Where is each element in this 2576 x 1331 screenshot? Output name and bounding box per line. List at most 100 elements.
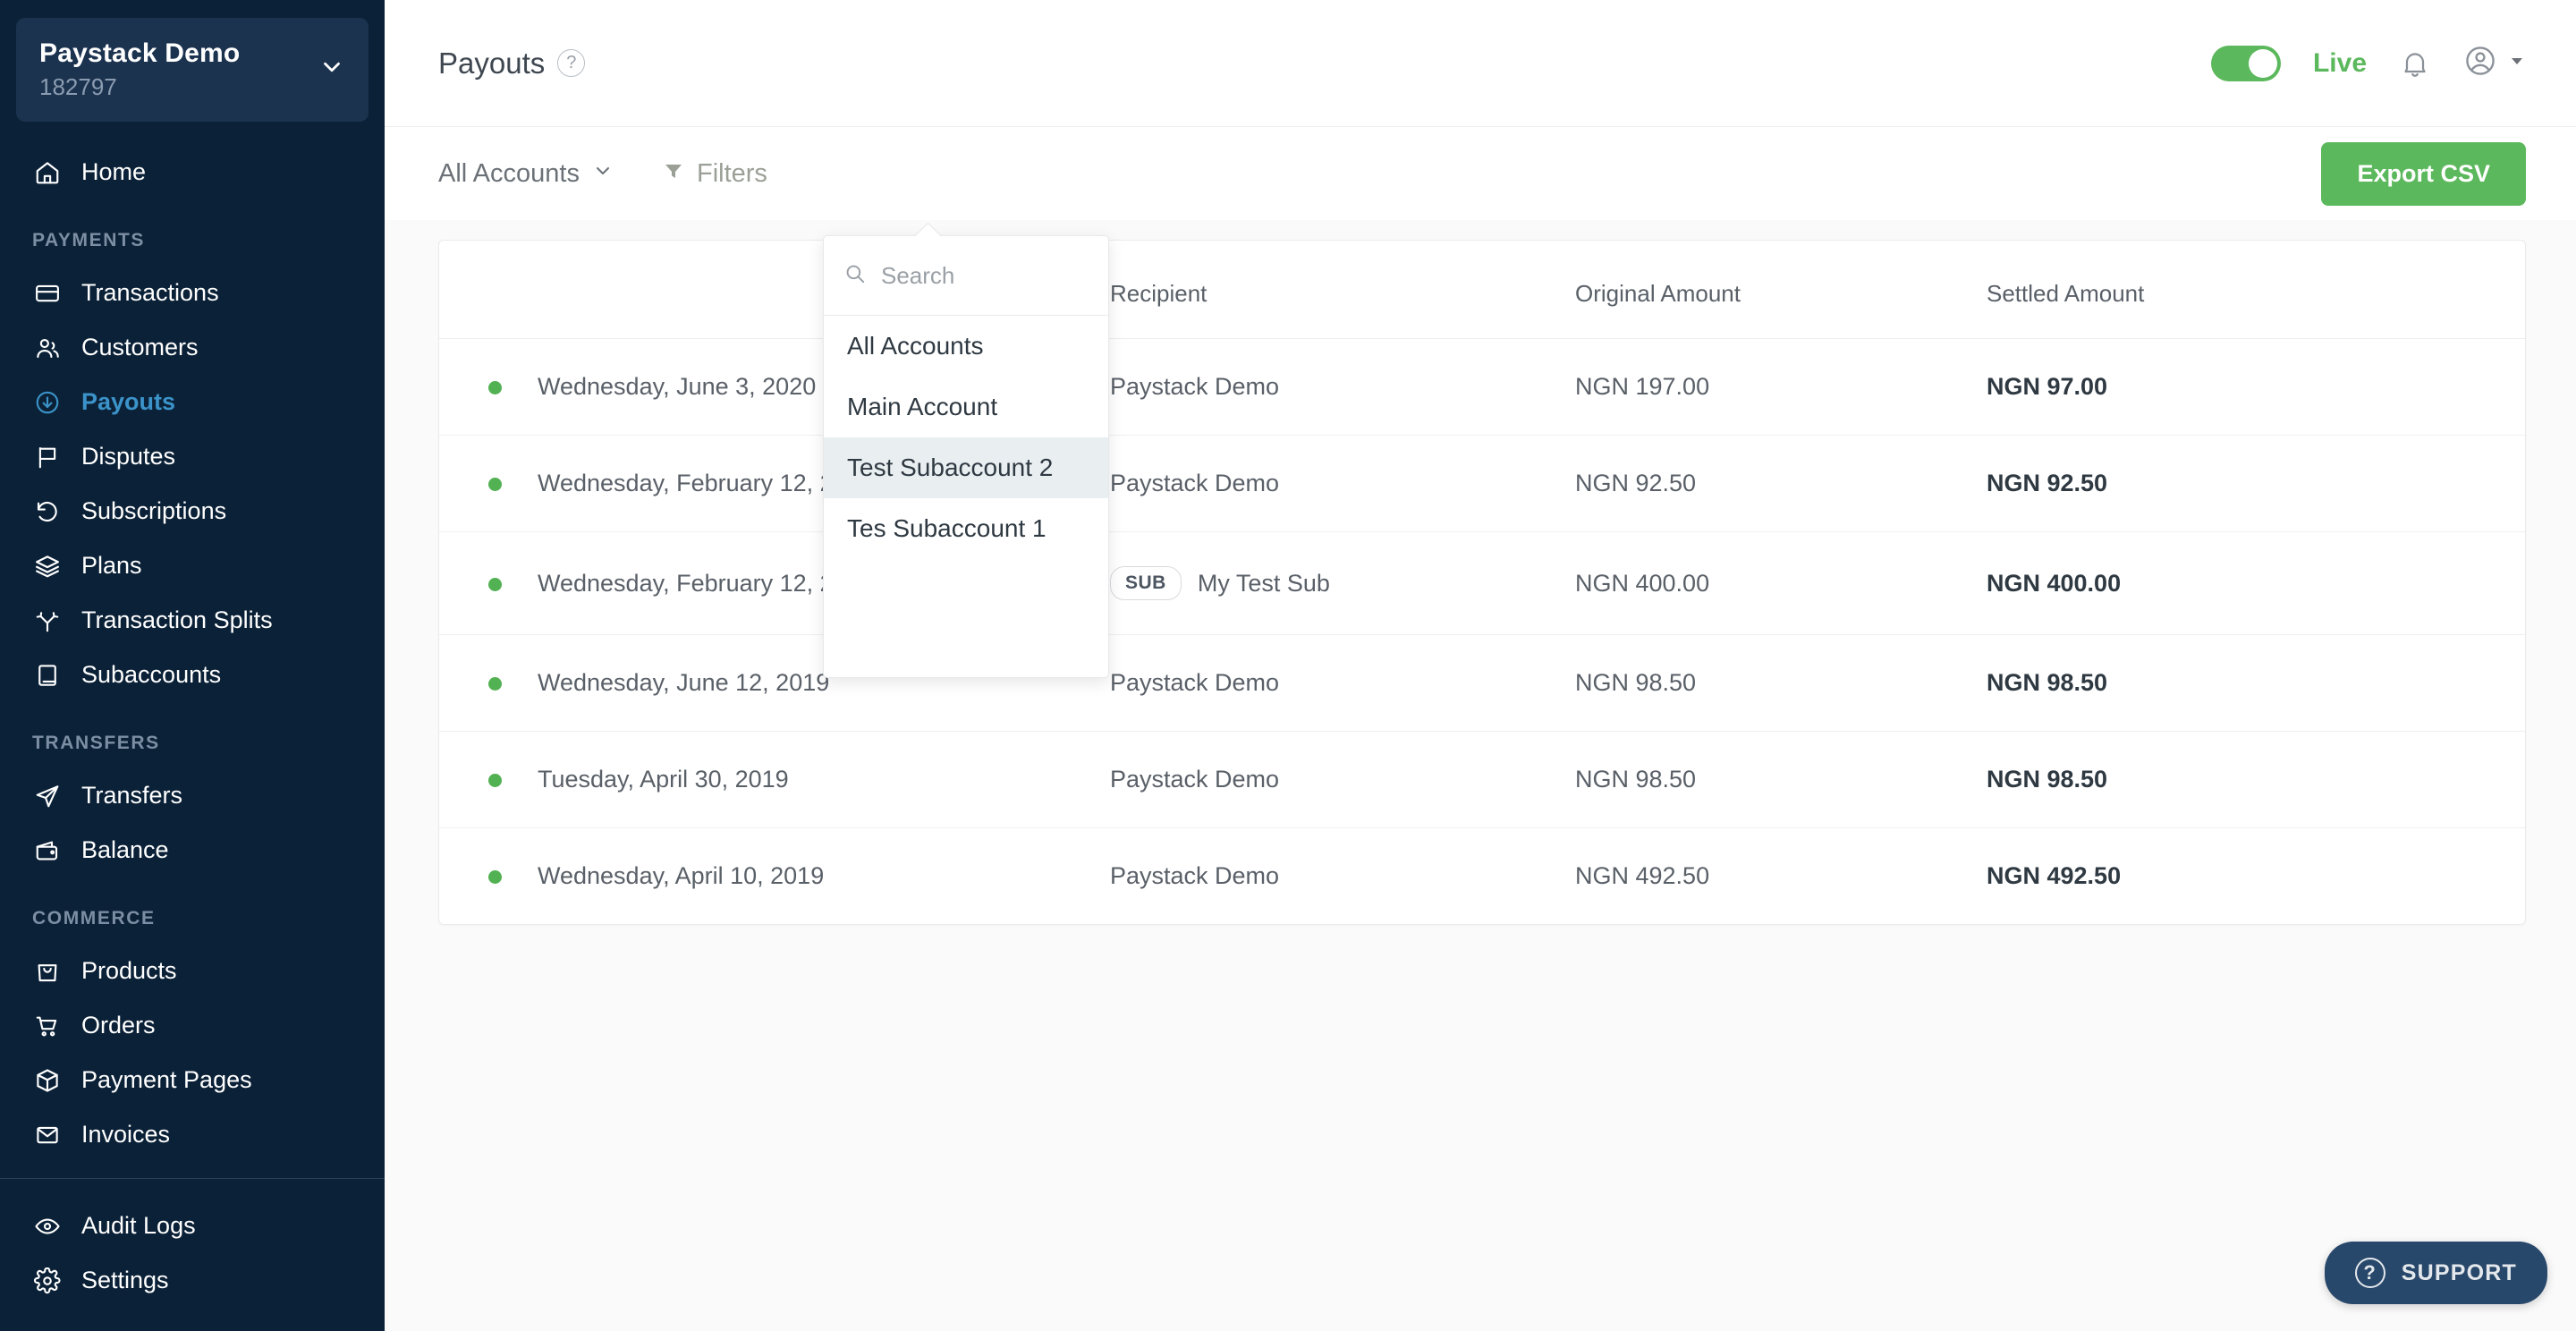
status-dot-icon — [488, 577, 502, 591]
toggle-knob — [2248, 48, 2277, 78]
table-row[interactable]: Wednesday, February 12, 2020 SUB My Test… — [439, 531, 2525, 635]
sidebar-item-home[interactable]: Home — [0, 145, 385, 199]
account-filter-label: All Accounts — [438, 158, 580, 188]
sidebar-item-subscriptions[interactable]: Subscriptions — [0, 484, 385, 538]
sidebar-item-transfers[interactable]: Transfers — [0, 768, 385, 823]
table-row[interactable]: Wednesday, June 12, 2019 Paystack Demo N… — [439, 634, 2525, 732]
recipient-name: Paystack Demo — [1110, 470, 1280, 496]
sidebar-item-plans[interactable]: Plans — [0, 538, 385, 593]
search-input[interactable] — [881, 261, 1089, 290]
book-icon — [32, 660, 62, 690]
sidebar-item-subaccounts[interactable]: Subaccounts — [0, 648, 385, 702]
app-root: Paystack Demo 182797 Home PAYMENTS Trans… — [0, 0, 2576, 1331]
home-icon — [32, 157, 62, 187]
sidebar-section-commerce: COMMERCE — [32, 908, 156, 929]
eye-icon — [32, 1211, 62, 1241]
account-menu[interactable] — [2463, 44, 2526, 82]
sidebar-item-settings[interactable]: Settings — [0, 1253, 385, 1308]
bell-icon[interactable] — [2399, 47, 2431, 80]
col-settled-amount: Settled Amount — [1987, 241, 2525, 339]
sidebar-item-label: Transaction Splits — [81, 606, 273, 634]
arrow-down-circle-icon — [32, 387, 62, 417]
sidebar-item-label: Plans — [81, 552, 142, 580]
settled-amount-cell: NGN 98.50 — [1987, 634, 2525, 732]
sidebar-item-label: Settings — [81, 1267, 169, 1293]
sidebar-item-label: Home — [81, 158, 147, 186]
live-mode-toggle[interactable] — [2210, 45, 2281, 81]
split-icon — [32, 606, 62, 635]
status-cell — [439, 531, 538, 635]
search-icon — [843, 262, 867, 290]
table-row[interactable]: Wednesday, February 12, 2020 Paystack De… — [439, 435, 2525, 532]
table-row[interactable]: Wednesday, June 3, 2020 Paystack Demo NG… — [439, 338, 2525, 436]
dropdown-option-tes-subaccount-1[interactable]: Tes Subaccount 1 — [824, 498, 1108, 559]
top-header: Payouts ? Live — [385, 0, 2576, 127]
table-head: Recipient Original Amount Settled Amount — [439, 241, 2525, 339]
original-amount-cell: NGN 400.00 — [1575, 531, 1987, 635]
sidebar-item-orders[interactable]: Orders — [0, 998, 385, 1053]
refresh-icon — [32, 496, 62, 526]
recipient-name: Paystack Demo — [1110, 669, 1280, 696]
question-mark-icon[interactable]: ? — [557, 49, 586, 77]
status-dot-icon — [488, 381, 502, 394]
dropdown-option-main-account[interactable]: Main Account — [824, 377, 1108, 437]
payouts-table: Recipient Original Amount Settled Amount… — [439, 241, 2525, 924]
card-icon — [32, 278, 62, 308]
status-dot-icon — [488, 478, 502, 491]
org-switcher[interactable]: Paystack Demo 182797 — [16, 18, 369, 123]
original-amount-cell: NGN 197.00 — [1575, 338, 1987, 436]
col-recipient: Recipient — [1110, 241, 1575, 339]
cart-icon — [32, 1011, 62, 1040]
status-cell — [439, 435, 538, 532]
chevron-down-icon — [592, 159, 614, 189]
org-name: Paystack Demo — [39, 38, 241, 68]
sidebar-item-payouts[interactable]: Payouts — [0, 375, 385, 429]
sidebar-item-label: Audit Logs — [81, 1212, 196, 1239]
col-status — [439, 241, 538, 339]
filters-button[interactable]: Filters — [663, 159, 767, 189]
status-dot-icon — [488, 677, 502, 691]
sidebar: Paystack Demo 182797 Home PAYMENTS Trans… — [0, 0, 385, 1331]
sidebar-item-products[interactable]: Products — [0, 944, 385, 998]
export-csv-button[interactable]: Export CSV — [2321, 141, 2526, 206]
funnel-icon — [663, 159, 684, 189]
original-amount-cell: NGN 98.50 — [1575, 731, 1987, 828]
question-mark-icon: ? — [2354, 1258, 2385, 1288]
sidebar-item-payment-pages[interactable]: Payment Pages — [0, 1053, 385, 1107]
sidebar-item-balance[interactable]: Balance — [0, 823, 385, 877]
dropdown-option-test-subaccount-2[interactable]: Test Subaccount 2 — [824, 437, 1108, 498]
payouts-table-wrap: Recipient Original Amount Settled Amount… — [385, 220, 2576, 925]
dropdown-option-all-accounts[interactable]: All Accounts — [824, 316, 1108, 377]
sidebar-item-label: Invoices — [81, 1121, 171, 1149]
recipient-cell: Paystack Demo — [1110, 435, 1575, 532]
table-row[interactable]: Wednesday, April 10, 2019 Paystack Demo … — [439, 828, 2525, 925]
sidebar-item-label: Subaccounts — [81, 661, 222, 689]
recipient-name: Paystack Demo — [1110, 373, 1280, 400]
status-dot-icon — [488, 774, 502, 787]
table-header-row: Recipient Original Amount Settled Amount — [439, 241, 2525, 339]
settled-amount-cell: NGN 98.50 — [1987, 731, 2525, 828]
account-filter-dropdown[interactable]: All Accounts — [438, 159, 614, 189]
sidebar-item-transactions[interactable]: Transactions — [0, 266, 385, 320]
recipient-cell: Paystack Demo — [1110, 828, 1575, 925]
sidebar-item-disputes[interactable]: Disputes — [0, 429, 385, 484]
org-id: 182797 — [39, 72, 117, 100]
sidebar-item-invoices[interactable]: Invoices — [0, 1107, 385, 1162]
sidebar-item-transaction-splits[interactable]: Transaction Splits — [0, 593, 385, 648]
settled-amount-cell: NGN 400.00 — [1987, 531, 2525, 635]
support-button[interactable]: ? SUPPORT — [2324, 1242, 2547, 1304]
sidebar-item-audit-logs[interactable]: Audit Logs — [0, 1199, 385, 1253]
status-dot-icon — [488, 870, 502, 884]
users-icon — [32, 333, 62, 362]
table-row[interactable]: Tuesday, April 30, 2019 Paystack Demo NG… — [439, 731, 2525, 828]
sidebar-item-label: Subscriptions — [81, 497, 227, 525]
sidebar-item-customers[interactable]: Customers — [0, 320, 385, 375]
gear-icon — [32, 1266, 62, 1295]
bag-icon — [32, 956, 62, 986]
page-title: Payouts — [438, 46, 546, 80]
sidebar-item-label: Transfers — [81, 782, 183, 810]
recipient-cell: Paystack Demo — [1110, 634, 1575, 732]
recipient-name: Paystack Demo — [1110, 862, 1280, 889]
account-dropdown-panel: All Accounts Main Account Test Subaccoun… — [823, 235, 1109, 678]
header-controls: Live — [2210, 44, 2526, 82]
